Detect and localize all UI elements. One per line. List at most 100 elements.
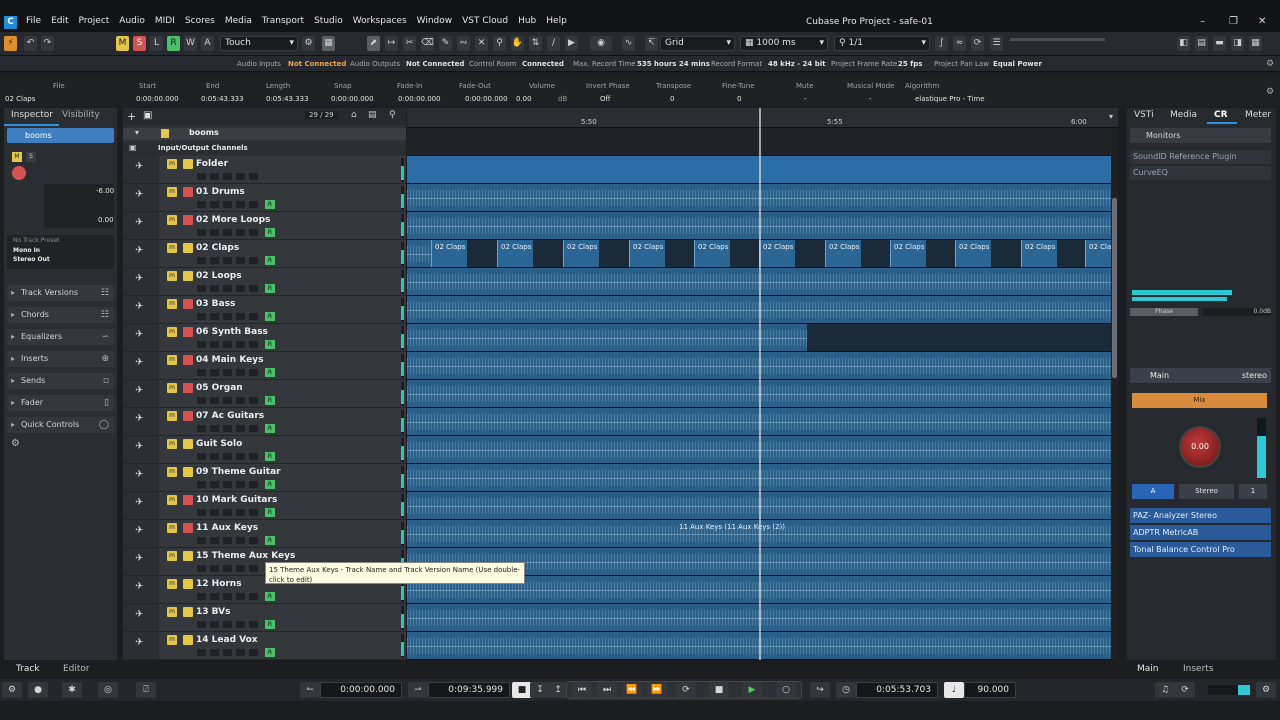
audio-outputs-status[interactable]: Not Connected [406, 60, 464, 68]
track-row[interactable]: ✈ m Guit Solo R [123, 436, 406, 464]
channel-one-button[interactable]: 1 [1239, 484, 1267, 499]
automation-panel-icon[interactable]: ⚙ [302, 36, 315, 51]
read-automation-icon[interactable]: R [265, 424, 275, 433]
click-icon[interactable]: ♫ [1155, 682, 1175, 698]
menu-media[interactable]: Media [225, 16, 252, 30]
comp-tool-icon[interactable]: ✋ [511, 36, 524, 51]
track-name[interactable]: 03 Bass [196, 299, 235, 309]
downmix-stereo-button[interactable]: Stereo [1179, 484, 1234, 499]
record-icon[interactable] [197, 229, 206, 236]
add-folder-icon[interactable]: ▣ [143, 110, 152, 121]
record-icon[interactable] [197, 341, 206, 348]
menu-file[interactable]: File [26, 16, 41, 30]
mute-button[interactable]: m [167, 299, 177, 309]
record-icon[interactable] [197, 173, 206, 180]
read-automation-icon[interactable]: R [265, 228, 275, 237]
menu-project[interactable]: Project [79, 16, 110, 30]
menu-midi[interactable]: MIDI [155, 16, 175, 30]
input-routing[interactable]: Mono In [7, 246, 114, 255]
mute-tool-icon[interactable]: ✕ [475, 36, 488, 51]
read-automation-icon[interactable]: R [265, 340, 275, 349]
mute-button[interactable]: m [167, 271, 177, 281]
track-color-icon[interactable] [183, 299, 193, 309]
track-name[interactable]: 04 Main Keys [196, 355, 263, 365]
snap-type-select[interactable]: Grid ▾ [660, 36, 735, 51]
track-name[interactable]: 06 Synth Bass [196, 327, 268, 337]
track-color-icon[interactable] [183, 495, 193, 505]
fade-out-value[interactable]: 0:00:00.000 [465, 95, 508, 103]
mute-button[interactable]: m [167, 383, 177, 393]
cycle-icon[interactable]: ⟳ [676, 682, 696, 698]
record-icon[interactable] [197, 285, 206, 292]
cr-volume-knob[interactable]: 0.00 [1179, 426, 1221, 468]
settings-icon[interactable]: ⚙ [2, 682, 22, 698]
audio-event-clap[interactable]: 02 Claps [497, 240, 533, 267]
read-icon[interactable] [223, 229, 232, 236]
monitor-toggle-icon[interactable] [210, 509, 219, 516]
monitor-toggle-icon[interactable] [210, 341, 219, 348]
edit-icon[interactable] [249, 425, 258, 432]
inspector-solo-icon[interactable]: S [26, 152, 36, 162]
read-icon[interactable] [223, 453, 232, 460]
menu-window[interactable]: Window [417, 16, 453, 30]
record-icon[interactable] [197, 565, 206, 572]
playhead-cursor[interactable] [759, 108, 761, 660]
monitor-toggle-icon[interactable] [210, 285, 219, 292]
scroll-thumb[interactable] [1112, 198, 1117, 378]
automation-a-button[interactable]: A [201, 36, 214, 51]
section-track-versions[interactable]: Track Versions ☷ [7, 285, 114, 301]
monitor-plugin[interactable]: CurveEQ [1130, 166, 1271, 180]
monitor-toggle-icon[interactable] [210, 173, 219, 180]
track-row[interactable]: ✈ m 03 Bass R [123, 296, 406, 324]
menu-edit[interactable]: Edit [51, 16, 68, 30]
track-name[interactable]: Folder [196, 159, 228, 169]
section-equalizers[interactable]: Equalizers ∽ [7, 329, 114, 345]
write-automation-button[interactable]: W [184, 36, 197, 51]
time-ruler[interactable]: 5:50 5:55 6:00 ▾ [407, 108, 1118, 128]
read-icon[interactable] [223, 621, 232, 628]
track-name[interactable]: 15 Theme Aux Keys [196, 551, 295, 561]
mute-button[interactable]: m [167, 159, 177, 169]
monitor-toggle-icon[interactable] [210, 397, 219, 404]
audio-inputs-status[interactable]: Not Connected [288, 60, 346, 68]
record-icon[interactable]: ○ [776, 682, 796, 698]
read-icon[interactable] [223, 201, 232, 208]
monitor-toggle-icon[interactable] [210, 481, 219, 488]
read-icon[interactable] [223, 173, 232, 180]
marker-icon[interactable]: ↧ [530, 682, 550, 698]
track-name[interactable]: 14 Lead Vox [196, 635, 258, 645]
mute-button[interactable]: m [167, 495, 177, 505]
output-routing[interactable]: Stereo Out [7, 255, 114, 264]
add-track-icon[interactable]: + [127, 110, 136, 123]
audio-event-clap[interactable]: 02 Claps [1021, 240, 1057, 267]
track-row[interactable]: ✈ m 01 Drums R [123, 184, 406, 212]
write-icon[interactable] [236, 593, 245, 600]
tab-visibility[interactable]: Visibility [62, 110, 100, 120]
mute-button[interactable]: m [167, 355, 177, 365]
section-inserts[interactable]: Inserts ⊕ [7, 351, 114, 367]
glue-tool-icon[interactable]: ∾ [457, 36, 470, 51]
restore-icon[interactable]: ❐ [1229, 16, 1238, 27]
iterative-quantize-icon[interactable]: ≈ [953, 36, 966, 51]
track-name[interactable]: 11 Aux Keys [196, 523, 258, 533]
monitor-toggle-icon[interactable] [210, 229, 219, 236]
read-automation-icon[interactable]: R [265, 452, 275, 461]
frame-rate-value[interactable]: 25 fps [898, 60, 922, 68]
track-row[interactable]: ✈ m 10 Mark Guitars R [123, 492, 406, 520]
grid-value-select[interactable]: ▦ 1000 ms ▾ [740, 36, 828, 51]
right-zone-toggle-icon[interactable]: ◨ [1231, 36, 1244, 51]
menu-scores[interactable]: Scores [185, 16, 215, 30]
read-automation-icon[interactable]: R [265, 284, 275, 293]
track-row[interactable]: ✈ m 13 BVs R [123, 604, 406, 632]
track-name[interactable]: Guit Solo [196, 439, 242, 449]
primary-time-display[interactable]: 0:05:53.703 [856, 682, 938, 698]
track-drag-handle[interactable]: ✈ [123, 380, 159, 407]
close-icon[interactable]: ✕ [1258, 16, 1266, 27]
read-automation-icon[interactable]: R [265, 648, 275, 657]
audio-event-clap[interactable]: 02 Claps [759, 240, 795, 267]
folder-name[interactable]: booms [189, 128, 219, 137]
layout-settings-icon[interactable]: ▦ [1249, 36, 1262, 51]
write-icon[interactable] [236, 257, 245, 264]
track-name[interactable]: 05 Organ [196, 383, 243, 393]
track-row[interactable]: ✈ m 02 Claps R [123, 240, 406, 268]
